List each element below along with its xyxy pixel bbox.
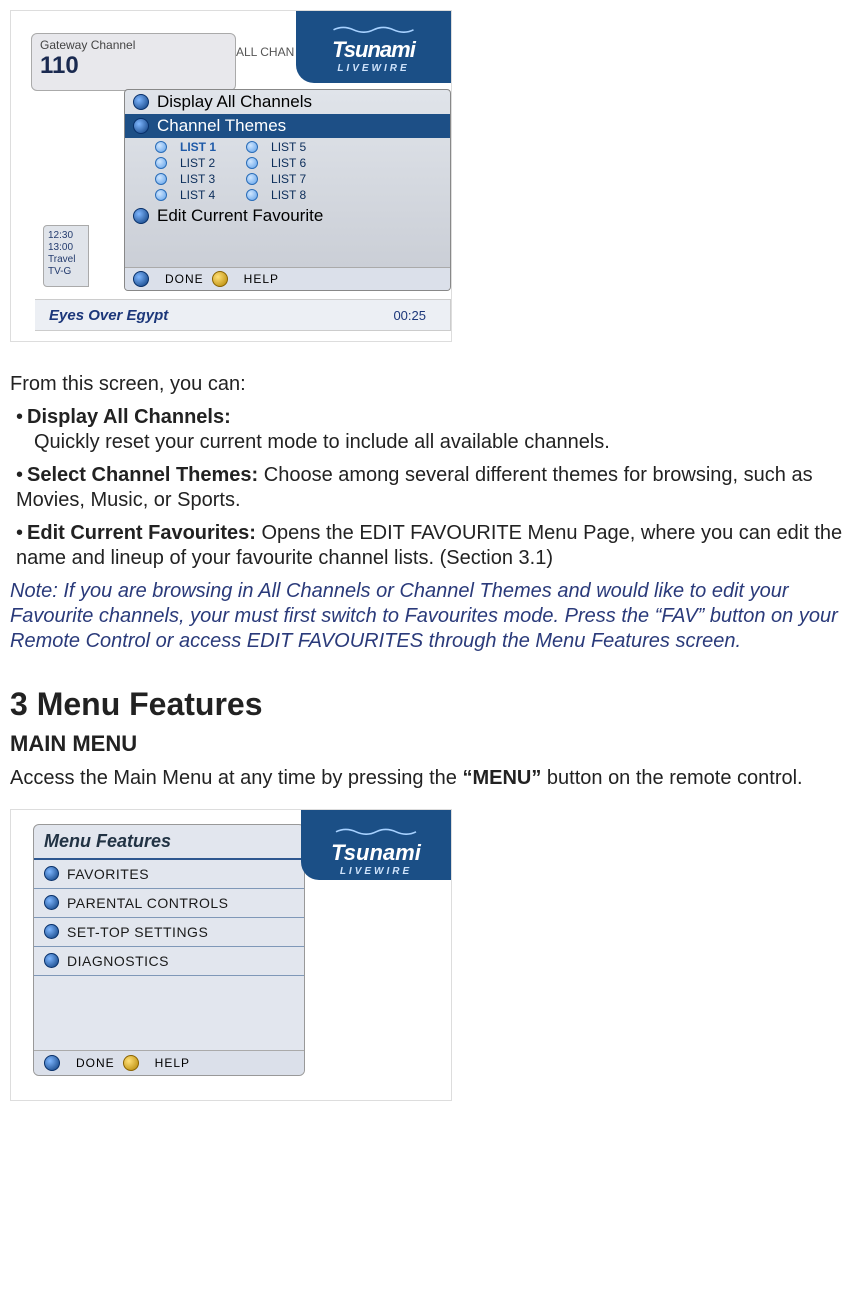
bullet-1-desc: Quickly reset your current mode to inclu… [34, 430, 857, 455]
program-title-strip: Eyes Over Egypt 00:25 [35, 299, 451, 331]
list-item[interactable]: LIST 7 [246, 172, 306, 186]
channel-number: 110 [40, 52, 227, 80]
brand-name: Tsunami [301, 840, 451, 866]
note-text: Note: If you are browsing in All Channel… [10, 579, 857, 654]
channel-themes-label: Channel Themes [157, 116, 286, 136]
list-item[interactable]: LIST 5 [246, 140, 306, 154]
bullet-icon [246, 189, 258, 201]
brand-badge: Tsunami LIVEWIRE [296, 11, 451, 83]
bullet-icon [155, 141, 167, 153]
help-button[interactable]: HELP [244, 272, 279, 286]
bullet-icon [155, 157, 167, 169]
bullet-icon [133, 208, 149, 224]
menu-features-screenshot: Menu Features FAVORITES PARENTAL CONTROL… [10, 809, 452, 1101]
bullet-icon [44, 953, 59, 968]
bullet-icon [44, 866, 59, 881]
main-menu-paragraph: Access the Main Menu at any time by pres… [10, 766, 857, 791]
section-heading: 3 Menu Features [10, 684, 857, 724]
bullet-icon [44, 1055, 60, 1071]
brand-badge: Tsunami LIVEWIRE [301, 810, 451, 880]
display-all-channels-label: Display All Channels [157, 92, 312, 112]
bullet-icon [212, 271, 228, 287]
favourites-menu-panel: Display All Channels Channel Themes LIST… [124, 89, 451, 291]
list-item[interactable]: LIST 2 [155, 156, 216, 170]
bullet-3-title: Edit Current Favourites: [27, 522, 256, 544]
bullet-icon [133, 118, 149, 134]
diagnostics-item[interactable]: DIAGNOSTICS [34, 947, 304, 976]
menu-footer: DONE HELP [125, 267, 450, 290]
program-info-tab: 12:30 13:00 Travel TV-G [43, 225, 89, 287]
menu-features-title: Menu Features [34, 825, 304, 860]
channel-tab: Gateway Channel 110 [31, 33, 236, 91]
bullet-1: •Display All Channels: Quickly reset you… [16, 405, 857, 455]
wave-icon [296, 25, 451, 33]
brand-sub: LIVEWIRE [296, 63, 451, 74]
list-item[interactable]: LIST 3 [155, 172, 216, 186]
bullet-2: •Select Channel Themes: Choose among sev… [16, 463, 857, 513]
favourite-lists-grid: LIST 1 LIST 2 LIST 3 LIST 4 LIST 5 LIST … [125, 138, 450, 204]
gateway-channel-label: Gateway Channel [40, 38, 227, 52]
bullet-icon [133, 271, 149, 287]
help-button[interactable]: HELP [155, 1056, 190, 1070]
parental-controls-item[interactable]: PARENTAL CONTROLS [34, 889, 304, 918]
bullet-icon [123, 1055, 139, 1071]
edit-current-favourite-label: Edit Current Favourite [157, 206, 323, 226]
bullet-icon [246, 141, 258, 153]
time-end: 13:00 [48, 242, 84, 254]
set-top-settings-item[interactable]: SET-TOP SETTINGS [34, 918, 304, 947]
subsection-heading: MAIN MENU [10, 730, 857, 758]
bullet-icon [155, 173, 167, 185]
edit-current-favourite-item[interactable]: Edit Current Favourite [125, 204, 450, 228]
program-elapsed: 00:25 [393, 308, 426, 323]
intro-line: From this screen, you can: [10, 372, 857, 397]
bullet-icon [44, 924, 59, 939]
menu-features-footer: DONE HELP [34, 1050, 304, 1075]
menu-button-reference: “MENU” [462, 767, 541, 789]
display-all-channels-item[interactable]: Display All Channels [125, 90, 450, 114]
list-item[interactable]: LIST 4 [155, 188, 216, 202]
done-button[interactable]: DONE [165, 272, 204, 286]
favorites-item[interactable]: FAVORITES [34, 860, 304, 889]
done-button[interactable]: DONE [76, 1056, 115, 1070]
bullet-icon [133, 94, 149, 110]
brand-name: Tsunami [296, 37, 451, 63]
list-item[interactable]: LIST 6 [246, 156, 306, 170]
channel-options-screenshot: Gateway Channel 110 ALL CHAN Tsunami LIV… [10, 10, 452, 342]
bullet-icon [246, 173, 258, 185]
list-item[interactable]: LIST 8 [246, 188, 306, 202]
bullet-3: •Edit Current Favourites: Opens the EDIT… [16, 521, 857, 571]
program-title: Eyes Over Egypt [49, 307, 168, 324]
bullet-icon [155, 189, 167, 201]
channel-themes-item[interactable]: Channel Themes [125, 114, 450, 138]
list-item[interactable]: LIST 1 [155, 140, 216, 154]
time-start: 12:30 [48, 230, 84, 242]
brand-sub: LIVEWIRE [301, 866, 451, 877]
bullet-icon [246, 157, 258, 169]
menu-features-panel: Menu Features FAVORITES PARENTAL CONTROL… [33, 824, 305, 1076]
bullet-icon [44, 895, 59, 910]
bullet-2-title: Select Channel Themes: [27, 464, 258, 486]
bullet-1-title: Display All Channels: [27, 406, 231, 428]
rating: TV-G [48, 266, 84, 278]
genre: Travel [48, 254, 84, 266]
wave-icon [301, 822, 451, 840]
all-chan-label: ALL CHAN [236, 45, 294, 59]
